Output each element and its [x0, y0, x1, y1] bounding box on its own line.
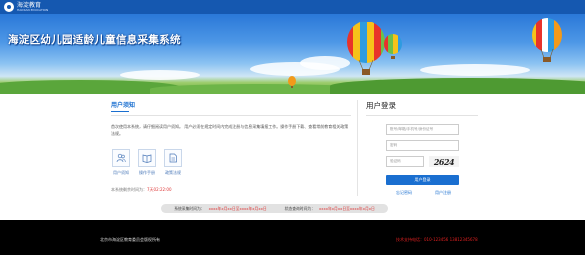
site-logo[interactable]: 海淀教育 HAIDIAN EDUCATION: [4, 2, 48, 12]
top-bar: 海淀教育 HAIDIAN EDUCATION: [0, 0, 585, 14]
query-value: xxxx年x月xx日至xxxx年x月x日: [319, 205, 375, 211]
tile-manual[interactable]: 操作手册: [137, 149, 157, 176]
tile-user-notice[interactable]: 用户须知: [111, 149, 131, 176]
hero-banner: 海淀区幼儿园适龄儿童信息采集系统: [0, 14, 585, 94]
footer-hotline: 技术支持电话：010-123456 13812345678: [396, 237, 478, 242]
login-panel: 用户登录 账号/邮箱/手机号/身份证号 密码 验证码 2624 用户登录 忘记密…: [366, 100, 478, 196]
logo-emblem-icon: [4, 2, 14, 12]
balloon-icon: [347, 22, 385, 75]
captcha-image[interactable]: 2624: [429, 156, 459, 167]
tile-policy[interactable]: 政策法规: [163, 149, 183, 176]
forgot-password-link[interactable]: 忘记密码: [396, 190, 412, 196]
query-label: 状态查询时间为：: [284, 205, 315, 211]
tile-label: 操作手册: [139, 170, 155, 175]
users-icon: [116, 153, 126, 163]
balloon-icon: [532, 18, 562, 62]
countdown-value: 7天02:22:00: [147, 187, 172, 192]
login-button[interactable]: 用户登录: [386, 175, 459, 185]
document-icon: [169, 153, 177, 163]
register-link[interactable]: 用户注册: [435, 190, 451, 196]
password-input[interactable]: 密码: [386, 140, 459, 151]
schedule-bar: 系统采集时间为： xxxx年x月xx日至xxxx年x月xx日 状态查询时间为： xx…: [161, 204, 388, 213]
footer-copyright: 北京市海淀区教育委员会版权所有: [100, 237, 160, 242]
main-content: 用户须知 首次使用本系统，请仔细阅读用户须知。 用户必须在规定时间内完成注册与信…: [0, 94, 585, 220]
collect-label: 系统采集时间为：: [174, 205, 205, 211]
tile-label: 用户须知: [113, 170, 129, 175]
footer: 北京市海淀区教育委员会版权所有 技术支持电话：010-123456 138123…: [0, 220, 585, 255]
balloon-icon: [384, 34, 402, 59]
notice-text: 首次使用本系统，请仔细阅读用户须知。 用户必须在规定时间内完成注册与信息采集填报…: [111, 124, 349, 136]
notice-tiles: 用户须知 操作手册 政策法规: [111, 149, 351, 176]
book-icon: [142, 154, 152, 163]
notice-panel: 用户须知 首次使用本系统，请仔细阅读用户须知。 用户必须在规定时间内完成注册与信…: [111, 100, 351, 193]
collect-value: xxxx年x月xx日至xxxx年x月xx日: [208, 205, 267, 211]
login-title: 用户登录: [366, 100, 478, 116]
balloon-icon: [288, 76, 296, 88]
captcha-input[interactable]: 验证码: [386, 156, 424, 167]
countdown: 本系统剩余时间为：7天02:22:00: [111, 187, 351, 193]
divider: [357, 100, 358, 196]
account-input[interactable]: 账号/邮箱/手机号/身份证号: [386, 124, 459, 135]
tile-label: 政策法规: [165, 170, 181, 175]
logo-subtext: HAIDIAN EDUCATION: [17, 7, 49, 12]
page-title: 海淀区幼儿园适龄儿童信息采集系统: [8, 34, 181, 46]
countdown-label: 本系统剩余时间为：: [111, 187, 147, 192]
notice-title: 用户须知: [111, 100, 351, 116]
